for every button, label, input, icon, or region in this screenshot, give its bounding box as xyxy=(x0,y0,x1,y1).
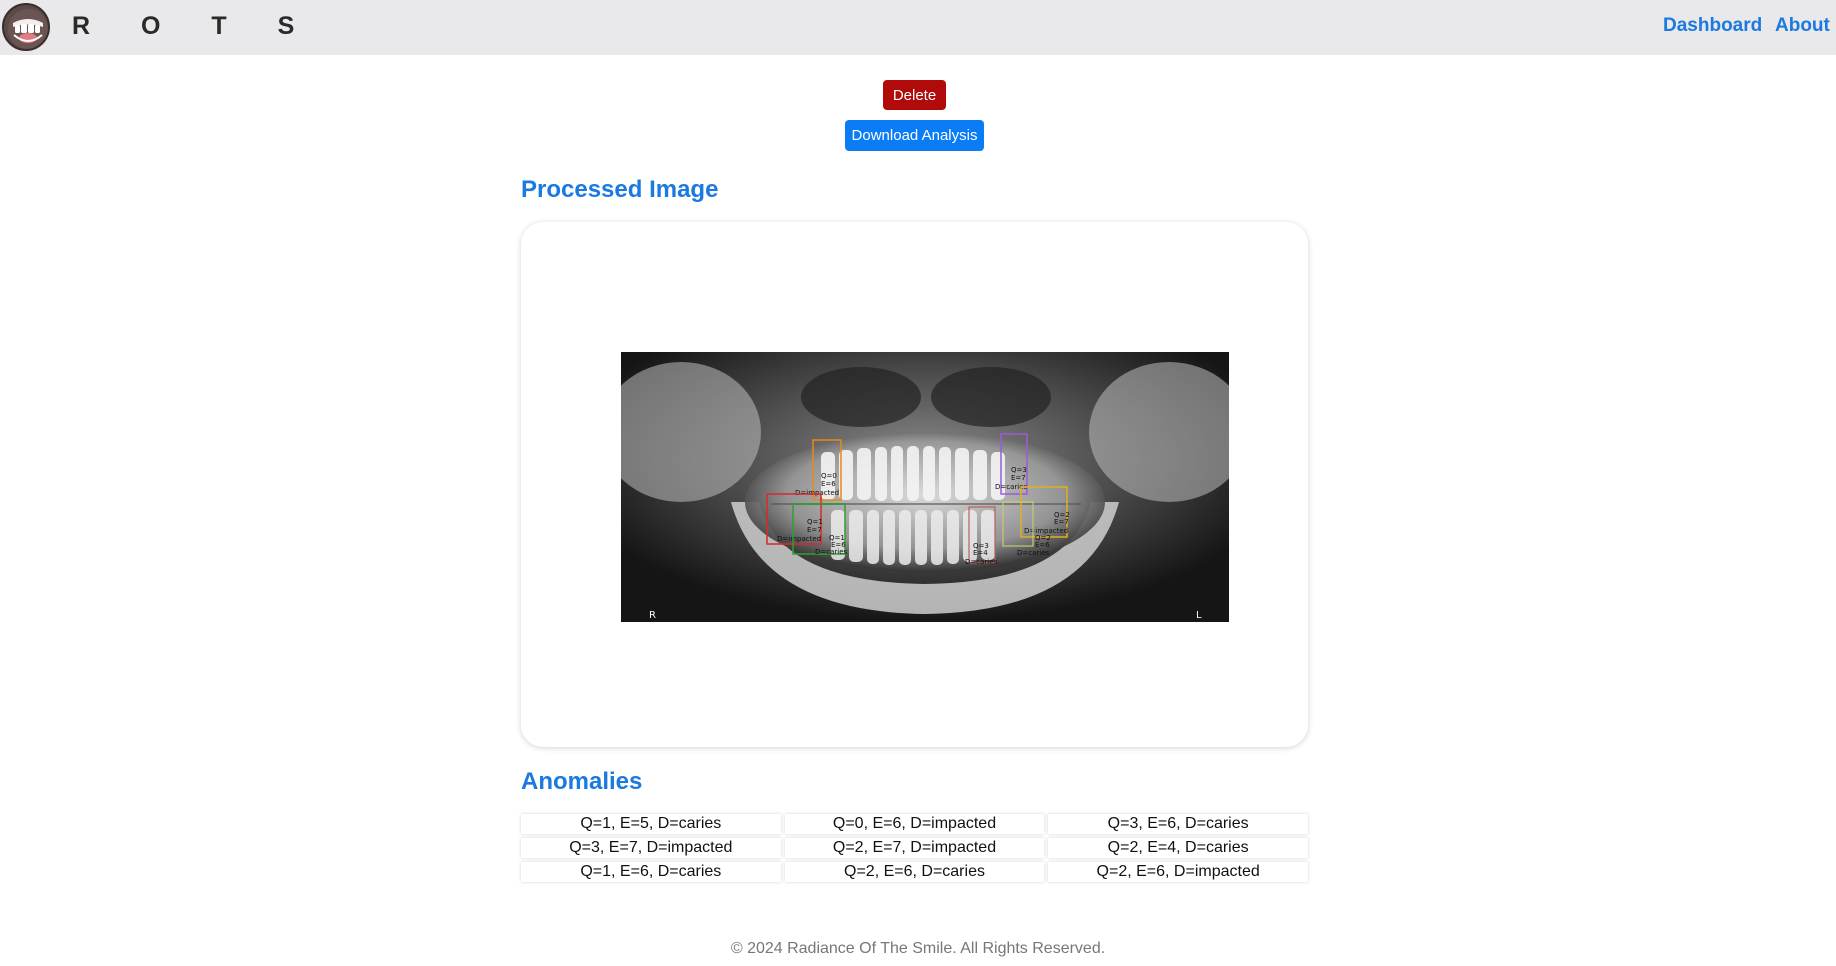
anomaly-item: Q=0, E=6, D=impacted xyxy=(784,814,1045,834)
nav-link-about[interactable]: About xyxy=(1775,15,1830,37)
svg-text:D=caries: D=caries xyxy=(815,548,848,556)
xray-corner-right-label: L xyxy=(1196,610,1202,621)
anomaly-item: Q=1, E=5, D=caries xyxy=(521,814,781,834)
svg-text:E=6: E=6 xyxy=(821,480,836,488)
anomalies-list: Q=1, E=5, D=caries Q=0, E=6, D=impacted … xyxy=(521,814,1308,882)
download-analysis-button[interactable]: Download Analysis xyxy=(845,120,984,151)
footer-copyright: © 2024 Radiance Of The Smile. All Rights… xyxy=(730,940,1106,957)
svg-text:D=impacted: D=impacted xyxy=(777,535,821,543)
logo-icon[interactable] xyxy=(2,3,50,51)
delete-button[interactable]: Delete xyxy=(883,80,946,110)
dental-xray-image: R L Q=0 E=6 D=impacted Q=1 E=7 D=impacte… xyxy=(621,352,1229,622)
brand-title[interactable]: R O T S xyxy=(72,12,316,41)
processed-image-heading: Processed Image xyxy=(521,176,719,203)
anomaly-item: Q=1, E=6, D=caries xyxy=(521,862,781,882)
svg-text:E=7: E=7 xyxy=(1011,474,1026,482)
svg-text:Q=1: Q=1 xyxy=(807,518,823,526)
anomaly-item: Q=2, E=6, D=caries xyxy=(784,862,1045,882)
anomaly-item: Q=2, E=6, D=impacted xyxy=(1048,862,1308,882)
processed-image-card: R L Q=0 E=6 D=impacted Q=1 E=7 D=impacte… xyxy=(521,222,1308,747)
svg-text:D=impacted: D=impacted xyxy=(795,489,839,497)
svg-text:E=4: E=4 xyxy=(973,549,988,557)
anomaly-item: Q=2, E=7, D=impacted xyxy=(784,838,1045,858)
svg-text:E=6: E=6 xyxy=(1035,541,1050,549)
nav-link-dashboard[interactable]: Dashboard xyxy=(1663,15,1762,37)
anomaly-item: Q=3, E=7, D=impacted xyxy=(521,838,781,858)
svg-text:D=caries: D=caries xyxy=(1017,549,1050,557)
svg-text:D=caries: D=caries xyxy=(965,558,998,566)
svg-text:Q=0: Q=0 xyxy=(821,472,837,480)
anomaly-item: Q=2, E=4, D=caries xyxy=(1048,838,1308,858)
navbar: R O T S Dashboard About xyxy=(0,0,1836,55)
svg-text:E=7: E=7 xyxy=(1054,518,1069,526)
anomaly-item: Q=3, E=6, D=caries xyxy=(1048,814,1308,834)
xray-corner-left-label: R xyxy=(649,610,656,621)
svg-text:Q=3: Q=3 xyxy=(1011,466,1027,474)
anomalies-heading: Anomalies xyxy=(521,768,643,795)
svg-text:E=7: E=7 xyxy=(807,526,822,534)
